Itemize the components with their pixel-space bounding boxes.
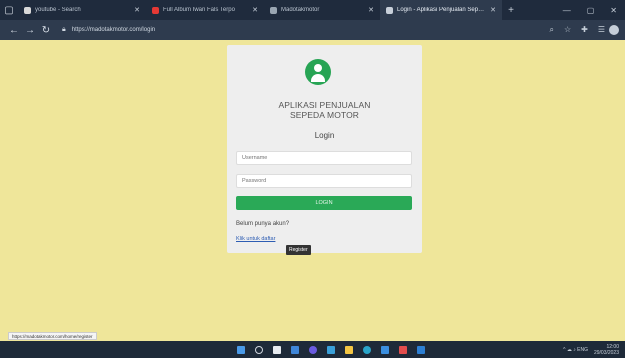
new-tab-button[interactable]: + — [502, 5, 520, 16]
store-icon[interactable] — [381, 346, 389, 354]
tab-favicon — [152, 6, 159, 14]
avatar-head — [314, 64, 322, 72]
close-icon[interactable]: ✕ — [134, 6, 140, 14]
address-url: https://madotakmotor.com/login — [71, 27, 156, 33]
status-bar-url: https://madotakmotor.com/home/register — [8, 332, 97, 340]
extensions-icon[interactable]: ✚ — [581, 25, 588, 35]
search-icon[interactable] — [255, 346, 263, 354]
bookmark-star-icon[interactable]: ☆ — [564, 25, 571, 35]
login-button[interactable]: LOGIN — [236, 196, 412, 210]
register-tooltip: Register — [286, 245, 311, 255]
clock-date: 29/03/2023 — [593, 349, 619, 356]
browser-toolbar: ← → ↻ 🔒︎ https://madotakmotor.com/login … — [0, 20, 625, 40]
tab-favicon — [24, 6, 31, 14]
tab-title: youtube - Search — [35, 7, 81, 13]
browser-tab-strip: ▢ youtube - Search ✕ Full Album Iwan Fal… — [0, 0, 625, 20]
browser-tab[interactable]: youtube - Search ✕ — [18, 0, 146, 20]
edge-icon[interactable] — [327, 346, 335, 354]
close-icon[interactable]: ✕ — [252, 6, 258, 14]
zoom-icon[interactable]: ⌕ — [549, 25, 553, 35]
vscode-icon[interactable] — [417, 346, 425, 354]
back-arrow-icon[interactable]: ← — [6, 25, 22, 36]
tray-icons[interactable]: ^ ☁ ♪ ENG — [563, 347, 588, 353]
tab-title: Madotakmotor — [281, 7, 320, 13]
register-link[interactable]: Klik untuk daftar — [236, 236, 275, 242]
start-icon[interactable] — [237, 346, 245, 354]
favorites-icon[interactable]: ☰ — [598, 25, 605, 35]
maximize-icon[interactable]: ▢ — [587, 6, 595, 15]
browser-tab[interactable]: Madotakmotor ✕ — [264, 0, 380, 20]
app-title: APLIKASI PENJUALAN SEPEDA MOTOR — [227, 100, 422, 120]
close-icon[interactable]: ✕ — [368, 6, 374, 14]
chat-icon[interactable] — [309, 346, 317, 354]
chrome-icon[interactable] — [363, 346, 371, 354]
address-bar[interactable]: 🔒︎ https://madotakmotor.com/login — [62, 24, 541, 37]
no-account-text: Belum punya akun? — [236, 221, 290, 227]
task-view-icon[interactable] — [273, 346, 281, 354]
widgets-icon[interactable] — [291, 346, 299, 354]
password-input[interactable] — [236, 174, 412, 188]
close-window-icon[interactable]: ✕ — [610, 6, 617, 15]
forward-arrow-icon[interactable]: → — [22, 25, 38, 36]
reload-icon[interactable]: ↻ — [38, 25, 54, 36]
app-title-line1: APLIKASI PENJUALAN — [278, 100, 371, 110]
toolbar-icons: ⌕ ☆ ✚ ☰ — [549, 25, 605, 35]
tab-favicon — [386, 6, 393, 14]
username-input[interactable] — [236, 151, 412, 165]
browser-menu-icon[interactable]: ▢ — [0, 0, 18, 20]
minimize-icon[interactable]: — — [563, 6, 571, 15]
tab-title: Login - Aplikasi Penjualan Seped — [397, 7, 485, 13]
clock[interactable]: 12:00 29/03/2023 — [594, 344, 619, 356]
windows-taskbar: ^ ☁ ♪ ENG 12:00 29/03/2023 — [0, 341, 625, 358]
profile-avatar-icon[interactable] — [609, 25, 619, 35]
system-tray: ^ ☁ ♪ ENG 12:00 29/03/2023 — [563, 341, 619, 358]
app-title-line2: SEPEDA MOTOR — [289, 110, 360, 120]
browser-tab[interactable]: Full Album Iwan Fals Terpo ✕ — [146, 0, 264, 20]
lock-icon: 🔒︎ — [62, 26, 66, 33]
app-red-icon[interactable] — [399, 346, 407, 354]
login-heading: Login — [314, 131, 335, 140]
window-controls: — ▢ ✕ — [563, 6, 625, 15]
tab-title: Full Album Iwan Fals Terpo — [163, 7, 235, 13]
close-icon[interactable]: ✕ — [490, 6, 496, 14]
tab-favicon — [270, 6, 277, 14]
avatar-body — [311, 74, 325, 82]
file-explorer-icon[interactable] — [345, 346, 353, 354]
user-avatar-icon — [305, 59, 331, 85]
browser-tab-active[interactable]: Login - Aplikasi Penjualan Seped ✕ — [380, 0, 502, 20]
